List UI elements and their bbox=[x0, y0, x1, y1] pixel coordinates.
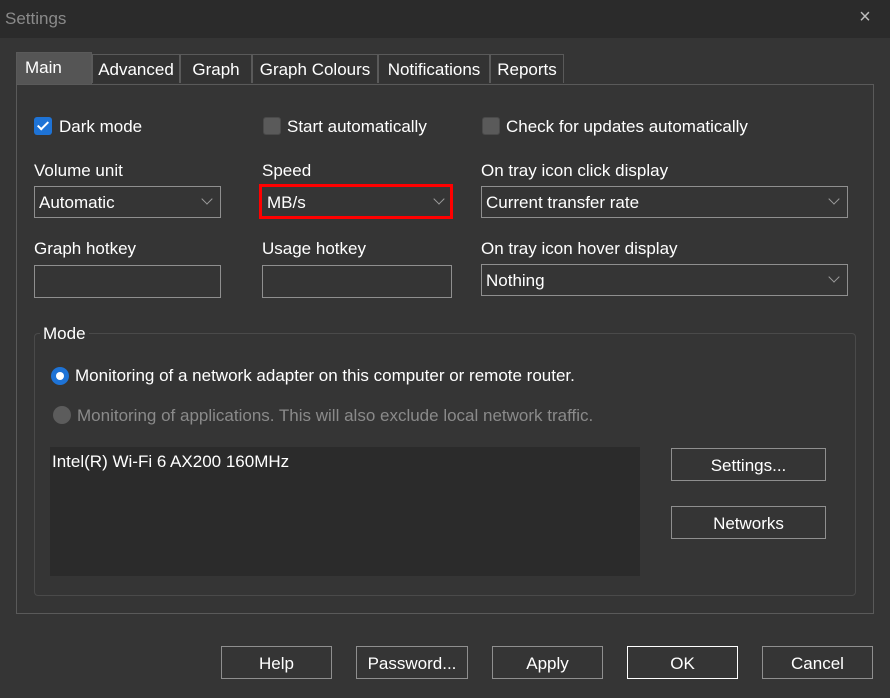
title-bar: Settings × bbox=[0, 0, 890, 38]
adapter-list[interactable]: Intel(R) Wi-Fi 6 AX200 160MHz bbox=[50, 447, 640, 576]
adapter-settings-button[interactable]: Settings... bbox=[671, 448, 826, 481]
tray-hover-label: On tray icon hover display bbox=[481, 239, 678, 258]
tray-click-select[interactable]: Current transfer rate bbox=[481, 186, 848, 218]
tray-hover-value: Nothing bbox=[486, 271, 545, 290]
tab-reports[interactable]: Reports bbox=[490, 54, 564, 83]
cancel-button[interactable]: Cancel bbox=[762, 646, 873, 679]
check-updates-checkbox[interactable] bbox=[482, 117, 500, 135]
chevron-down-icon bbox=[433, 193, 445, 205]
window-title: Settings bbox=[5, 9, 67, 28]
dark-mode-label: Dark mode bbox=[59, 117, 143, 136]
tray-click-label: On tray icon click display bbox=[481, 161, 669, 180]
mode-applications-radio[interactable] bbox=[53, 406, 71, 424]
speed-select[interactable]: MB/s bbox=[259, 184, 453, 219]
usage-hotkey-input[interactable] bbox=[262, 265, 452, 298]
speed-label: Speed bbox=[262, 161, 312, 180]
graph-hotkey-label: Graph hotkey bbox=[34, 239, 137, 258]
chevron-down-icon bbox=[201, 193, 213, 205]
chevron-down-icon bbox=[828, 271, 840, 283]
tab-notifications[interactable]: Notifications bbox=[378, 54, 490, 83]
volume-unit-label: Volume unit bbox=[34, 161, 123, 180]
adapter-list-item[interactable]: Intel(R) Wi-Fi 6 AX200 160MHz bbox=[52, 452, 289, 472]
volume-unit-select[interactable]: Automatic bbox=[34, 186, 221, 218]
tray-hover-select[interactable]: Nothing bbox=[481, 264, 848, 296]
ok-button[interactable]: OK bbox=[627, 646, 738, 679]
volume-unit-value: Automatic bbox=[39, 193, 115, 212]
mode-network-adapter-radio[interactable] bbox=[51, 367, 69, 385]
check-updates-label: Check for updates automatically bbox=[506, 117, 748, 136]
password-button[interactable]: Password... bbox=[356, 646, 468, 679]
tab-graph-colours[interactable]: Graph Colours bbox=[252, 54, 378, 83]
help-button[interactable]: Help bbox=[221, 646, 332, 679]
mode-applications-label: Monitoring of applications. This will al… bbox=[77, 406, 594, 425]
speed-value: MB/s bbox=[267, 193, 306, 212]
usage-hotkey-label: Usage hotkey bbox=[262, 239, 366, 258]
apply-button[interactable]: Apply bbox=[492, 646, 603, 679]
networks-button[interactable]: Networks bbox=[671, 506, 826, 539]
mode-network-adapter-label: Monitoring of a network adapter on this … bbox=[75, 366, 575, 385]
dark-mode-checkbox[interactable] bbox=[34, 117, 52, 135]
close-icon[interactable]: × bbox=[854, 6, 876, 28]
tab-graph[interactable]: Graph bbox=[180, 54, 252, 83]
chevron-down-icon bbox=[828, 193, 840, 205]
tray-click-value: Current transfer rate bbox=[486, 193, 640, 212]
tab-main[interactable]: Main bbox=[16, 52, 92, 84]
tab-advanced[interactable]: Advanced bbox=[92, 54, 180, 83]
mode-groupbox-title: Mode bbox=[40, 324, 89, 344]
start-automatically-label: Start automatically bbox=[287, 117, 427, 136]
start-automatically-checkbox[interactable] bbox=[263, 117, 281, 135]
graph-hotkey-input[interactable] bbox=[34, 265, 221, 298]
